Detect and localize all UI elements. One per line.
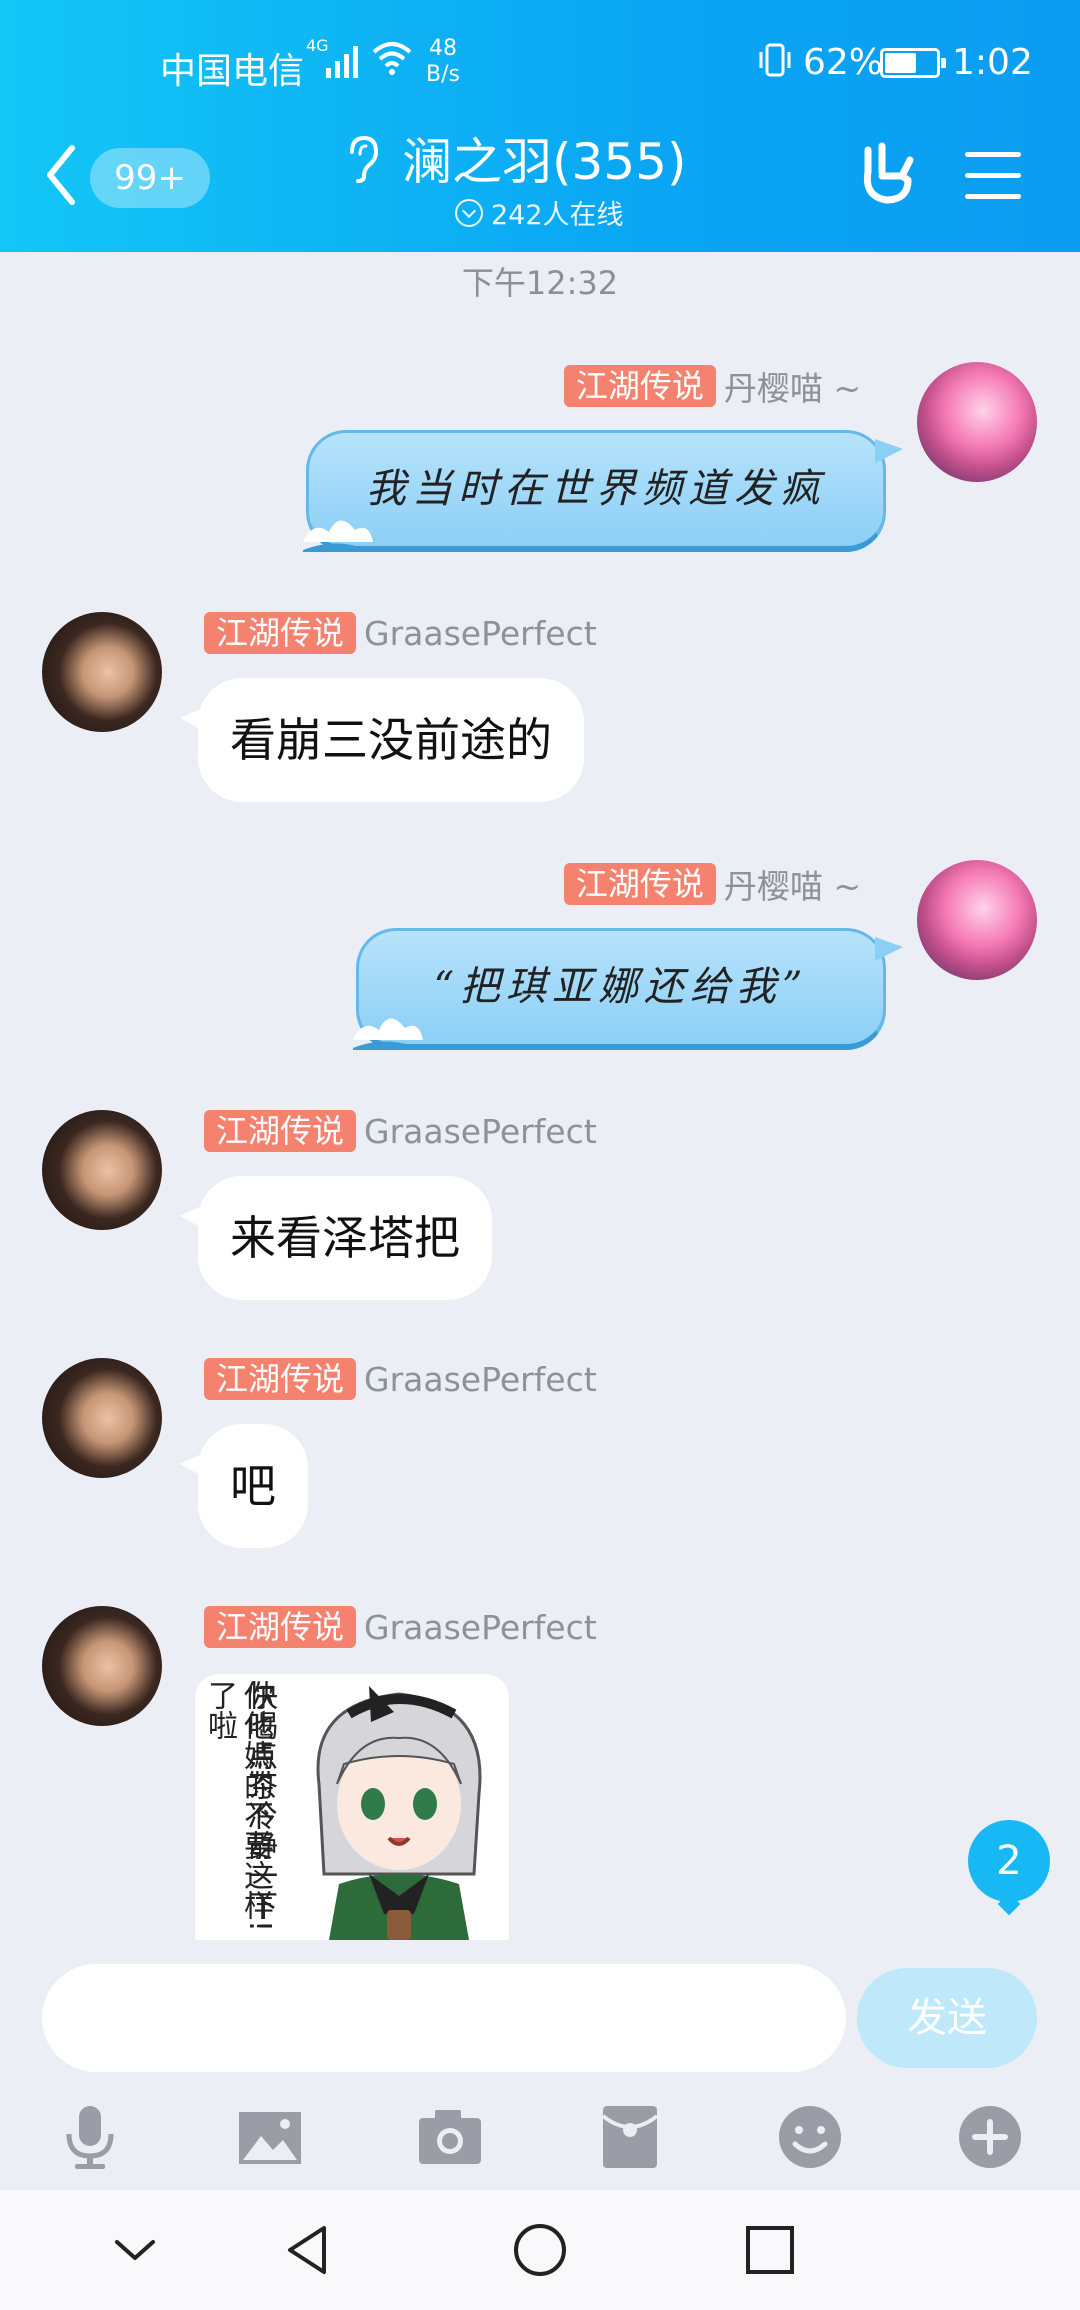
vibrate-icon — [759, 43, 791, 77]
ear-icon[interactable] — [342, 134, 382, 184]
home-circle-icon[interactable] — [510, 2220, 570, 2280]
message-text: 吧 — [230, 1459, 276, 1513]
camera-icon[interactable] — [415, 2102, 485, 2172]
sender-row: 江湖传说 丹樱喵 ~ — [563, 362, 861, 410]
new-message-count-badge[interactable]: 2 — [968, 1820, 1050, 1902]
message-text: 我当时在世界频道发疯 — [366, 466, 826, 512]
menu-icon[interactable] — [965, 152, 1021, 200]
sender-name[interactable]: GraasePerfect — [364, 1112, 597, 1151]
hand-gesture-icon[interactable] — [858, 142, 918, 206]
level-badge: 江湖传说 — [204, 612, 357, 654]
status-bar: 中国电信 4G 48 B/s 62% 1:02 — [0, 0, 1080, 120]
avatar[interactable] — [42, 1358, 162, 1478]
avatar[interactable] — [917, 860, 1037, 980]
message-text: 看崩三没前途的 — [230, 713, 552, 767]
time-divider: 下午12:32 — [461, 264, 619, 302]
level-badge: 江湖传说 — [204, 1358, 357, 1400]
unread-count-badge[interactable]: 99+ — [90, 148, 210, 208]
chat-header: 中国电信 4G 48 B/s 62% 1:02 99+ 澜之羽(355) 242… — [0, 0, 1080, 252]
avatar[interactable] — [42, 612, 162, 732]
wave-decoration — [353, 1018, 443, 1050]
avatar[interactable] — [917, 362, 1037, 482]
sender-name[interactable]: 丹樱喵 ~ — [724, 362, 861, 410]
network-speed: 48 B/s — [426, 36, 460, 88]
message-input[interactable] — [42, 1964, 846, 2072]
input-area: 发送 — [0, 1940, 1080, 2190]
message-bubble[interactable]: “把琪亚娜还给我” — [353, 928, 903, 1050]
carrier-name: 中国电信 — [160, 51, 305, 92]
clock: 1:02 — [952, 42, 1033, 83]
network-speed-unit: B/s — [426, 62, 460, 87]
message-bubble[interactable]: 看崩三没前途的 — [180, 678, 584, 802]
sticker-image[interactable]: 快喝点茶冷静一下! 你他媽的不要这样了啦 — [195, 1674, 509, 1940]
send-button[interactable]: 发送 — [857, 1968, 1037, 2068]
level-badge: 江湖传说 — [563, 863, 716, 905]
sender-name[interactable]: GraasePerfect — [364, 614, 597, 653]
level-badge: 江湖传说 — [204, 1606, 357, 1648]
back-arrow-icon[interactable] — [40, 140, 80, 210]
level-badge: 江湖传说 — [563, 365, 716, 407]
image-icon[interactable] — [235, 2102, 305, 2172]
group-title[interactable]: 澜之羽(355) — [402, 122, 686, 194]
signal-icon — [326, 46, 358, 78]
sticker-caption: 你他媽的不要这样了啦 — [202, 1680, 273, 1920]
recents-square-icon[interactable] — [740, 2220, 800, 2280]
message-bubble[interactable]: 我当时在世界频道发疯 — [303, 430, 903, 552]
chevron-down-circle-icon — [455, 198, 483, 227]
battery-percent: 62% — [803, 42, 884, 83]
red-packet-icon[interactable] — [595, 2102, 665, 2172]
wave-decoration — [303, 520, 393, 552]
avatar[interactable] — [42, 1110, 162, 1230]
level-badge: 江湖传说 — [204, 1110, 357, 1152]
online-count: 242人在线 — [491, 200, 624, 231]
system-nav-bar — [0, 2190, 1080, 2310]
anime-girl-illustration — [316, 1686, 482, 1940]
sender-row: 江湖传说 GraasePerfect — [204, 1110, 597, 1152]
chevron-down-icon[interactable] — [105, 2220, 165, 2280]
sender-name[interactable]: GraasePerfect — [364, 1360, 597, 1399]
network-speed-value: 48 — [428, 36, 457, 61]
sender-row: 江湖传说 丹樱喵 ~ — [563, 860, 861, 908]
microphone-icon[interactable] — [55, 2102, 125, 2172]
battery-icon — [880, 48, 946, 78]
avatar[interactable] — [42, 1606, 162, 1726]
sender-name[interactable]: GraasePerfect — [364, 1608, 597, 1647]
online-status[interactable]: 242人在线 — [455, 193, 624, 232]
plus-icon[interactable] — [955, 2102, 1025, 2172]
message-text: 来看泽塔把 — [230, 1211, 460, 1265]
back-triangle-icon[interactable] — [278, 2220, 338, 2280]
message-text: “把琪亚娜还给我” — [433, 964, 809, 1010]
emoji-icon[interactable] — [775, 2102, 845, 2172]
sender-row: 江湖传说 GraasePerfect — [204, 1606, 597, 1648]
sender-row: 江湖传说 GraasePerfect — [204, 1358, 597, 1400]
message-bubble[interactable]: 来看泽塔把 — [180, 1176, 492, 1300]
wifi-icon — [372, 42, 412, 75]
message-bubble[interactable]: 吧 — [180, 1424, 308, 1548]
sender-row: 江湖传说 GraasePerfect — [204, 612, 597, 654]
sender-name[interactable]: 丹樱喵 ~ — [724, 860, 861, 908]
